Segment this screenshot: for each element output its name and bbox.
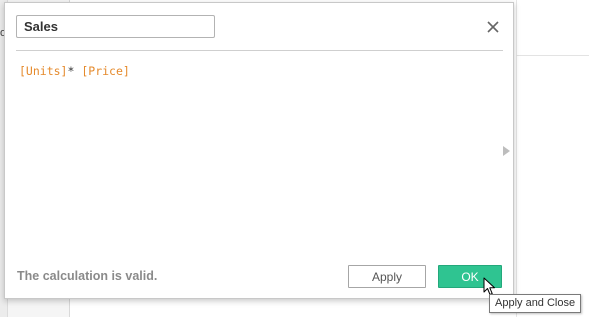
caret-right-icon[interactable] [503, 146, 510, 156]
background-right-divider [516, 55, 589, 56]
apply-button[interactable]: Apply [348, 265, 426, 288]
header-divider [16, 50, 503, 51]
background-right-edge [516, 0, 517, 317]
validation-status: The calculation is valid. [17, 269, 158, 283]
close-icon [487, 21, 499, 33]
calculation-name-input[interactable] [16, 15, 215, 38]
formula-operator: * [67, 64, 75, 78]
close-button[interactable] [484, 18, 502, 36]
tooltip: Apply and Close [489, 294, 582, 313]
calculation-dialog: [Units]* [Price] The calculation is vali… [4, 2, 514, 299]
formula-editor[interactable]: [Units]* [Price] [19, 64, 130, 78]
formula-field-price: [Price] [81, 64, 130, 78]
formula-field-units: [Units] [19, 64, 68, 78]
